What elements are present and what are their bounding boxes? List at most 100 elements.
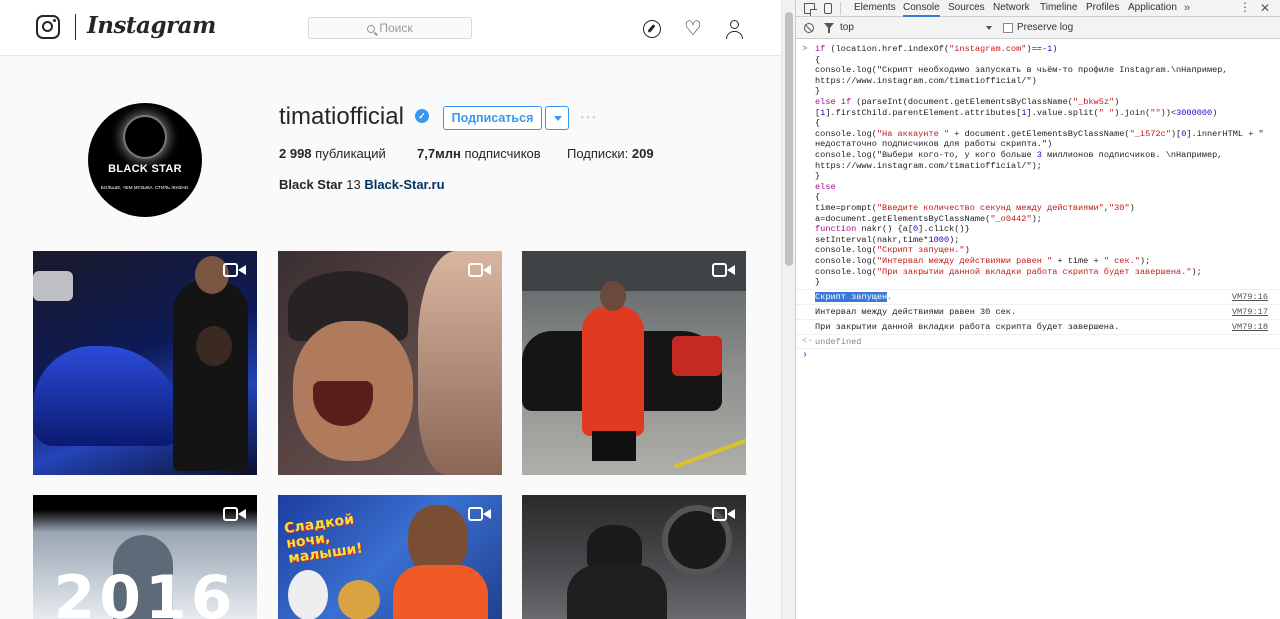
tab-network[interactable]: Network bbox=[993, 0, 1030, 17]
log-message: При закрытии данной вкладки работа скрип… bbox=[815, 322, 1120, 332]
tab-application[interactable]: Application bbox=[1128, 0, 1177, 17]
header-divider bbox=[75, 14, 76, 40]
stat-following[interactable]: Подписки: 209 bbox=[567, 146, 654, 161]
tab-elements[interactable]: Elements bbox=[854, 0, 896, 17]
avatar[interactable]: BLACK STAR БОЛЬШЕ, ЧЕМ МУЗЫКА. СТИЛЬ ЖИЗ… bbox=[88, 103, 202, 217]
chevron-down-icon bbox=[986, 26, 992, 30]
console-output[interactable]: > if (location.href.indexOf("instagram.c… bbox=[796, 39, 1280, 619]
instagram-wordmark[interactable]: Instagram bbox=[87, 12, 216, 39]
code-line: else bbox=[815, 181, 836, 192]
scrollbar-thumb[interactable] bbox=[785, 12, 793, 266]
avatar-brand-text: BLACK STAR bbox=[108, 163, 182, 175]
context-value: top bbox=[840, 22, 854, 33]
code-line: } bbox=[815, 277, 821, 288]
code-line: if (location.href.indexOf("instagram.com… bbox=[815, 44, 1058, 54]
video-icon bbox=[712, 261, 736, 279]
log-source-link[interactable]: VM79:18 bbox=[1232, 322, 1268, 332]
video-icon bbox=[223, 261, 247, 279]
tab-sources[interactable]: Sources bbox=[948, 0, 985, 17]
result-arrow-icon: <· bbox=[802, 336, 813, 346]
filter-icon[interactable] bbox=[824, 23, 834, 33]
explore-compass-icon[interactable] bbox=[643, 20, 661, 38]
video-icon bbox=[468, 261, 492, 279]
inspect-element-icon[interactable] bbox=[804, 3, 817, 16]
code-line: { bbox=[815, 192, 821, 203]
post-sticker-text: Сладкой ночи, малыши! bbox=[283, 511, 364, 567]
selected-text[interactable]: Скрипт запущен bbox=[815, 292, 888, 302]
post-face-shape bbox=[600, 281, 626, 311]
more-tabs-button[interactable]: » bbox=[1184, 0, 1190, 16]
follow-button[interactable]: Подписаться bbox=[443, 106, 542, 130]
post-tile[interactable]: 2016 bbox=[33, 495, 257, 619]
log-message: Интервал между действиями равен 30 сек. bbox=[815, 307, 1017, 317]
prompt-chevron-icon: > bbox=[802, 44, 808, 54]
code-line: function nakr() {a[0].click()} bbox=[815, 224, 970, 235]
input-prompt-icon: › bbox=[802, 350, 809, 361]
page-scrollbar[interactable] bbox=[781, 0, 795, 619]
log-message: Скрипт запущен. bbox=[815, 292, 892, 302]
devtools-tabbar: Elements Console Sources Network Timelin… bbox=[796, 0, 1280, 17]
clear-console-icon[interactable] bbox=[804, 23, 814, 33]
suggestions-dropdown-button[interactable] bbox=[545, 106, 569, 130]
post-orange-shirt bbox=[393, 565, 488, 619]
instagram-page: Instagram Поиск ♡ BLACK STAR БОЛЬШЕ, ЧЕМ… bbox=[0, 0, 781, 619]
preserve-log-checkbox[interactable] bbox=[1003, 23, 1013, 33]
search-input[interactable]: Поиск bbox=[308, 17, 472, 39]
context-selector[interactable]: top bbox=[840, 22, 992, 35]
close-icon[interactable]: ✕ bbox=[1260, 1, 1270, 15]
console-log-row: Интервал между действиями равен 30 сек. … bbox=[796, 304, 1280, 319]
avatar-slogan-text: БОЛЬШЕ, ЧЕМ МУЗЫКА. СТИЛЬ ЖИЗНИ. bbox=[100, 185, 190, 190]
device-toggle-icon[interactable] bbox=[824, 3, 832, 14]
tab-console[interactable]: Console bbox=[903, 0, 940, 17]
post-tile[interactable] bbox=[522, 251, 746, 475]
log-source-link[interactable]: VM79:17 bbox=[1232, 307, 1268, 317]
post-shirt-print bbox=[196, 326, 232, 366]
code-line: setInterval(nakr,time*1000); bbox=[815, 234, 960, 245]
preserve-log-label: Preserve log bbox=[1017, 22, 1074, 33]
post-car-light bbox=[33, 271, 73, 301]
console-input-row[interactable]: › bbox=[796, 348, 1280, 362]
log-source-link[interactable]: VM79:16 bbox=[1232, 292, 1268, 302]
post-car-interior bbox=[672, 336, 722, 376]
profile-section: BLACK STAR БОЛЬШЕ, ЧЕМ МУЗЫКА. СТИЛЬ ЖИЗ… bbox=[0, 56, 781, 251]
stat-followers[interactable]: 7,7млн подписчиков bbox=[417, 146, 541, 161]
code-line: https://www.instagram.com/timatiofficial… bbox=[815, 160, 1042, 171]
verified-badge-icon: ✓ bbox=[415, 109, 429, 123]
result-value: undefined bbox=[815, 337, 862, 347]
console-log-row: При закрытии данной вкладки работа скрип… bbox=[796, 319, 1280, 334]
code-line: console.log("Скрипт запущен.") bbox=[815, 245, 970, 256]
post-toy-shape bbox=[288, 570, 328, 619]
devtools-panel: Elements Console Sources Network Timelin… bbox=[795, 0, 1280, 619]
post-tile[interactable] bbox=[33, 251, 257, 475]
bio-number: 13 bbox=[346, 177, 361, 192]
post-toy-shape-2 bbox=[338, 580, 380, 619]
code-line: { bbox=[815, 118, 821, 129]
code-line: time=prompt("Введите количество секунд м… bbox=[815, 203, 1135, 213]
console-toolbar: top Preserve log bbox=[796, 17, 1280, 39]
eclipse-logo-icon bbox=[125, 117, 165, 157]
stat-posts-label: публикаций bbox=[315, 146, 386, 161]
console-result-row: <· undefined bbox=[796, 334, 1280, 348]
bio-link[interactable]: Black-Star.ru bbox=[364, 177, 444, 192]
code-line: console.log("Выбери кого-то, у кого боль… bbox=[815, 150, 1223, 160]
post-face-shape-2 bbox=[418, 251, 502, 475]
instagram-header: Instagram Поиск ♡ bbox=[0, 0, 781, 56]
kebab-menu-icon[interactable] bbox=[1239, 0, 1251, 14]
code-line: https://www.instagram.com/timatiofficial… bbox=[815, 75, 1037, 86]
more-options-icon[interactable]: ··· bbox=[580, 108, 597, 124]
stat-posts: 2 998 публикаций bbox=[279, 146, 386, 161]
activity-heart-icon[interactable]: ♡ bbox=[684, 19, 702, 39]
search-placeholder: Поиск bbox=[379, 21, 413, 35]
profile-user-icon[interactable] bbox=[726, 20, 744, 39]
post-year-text: 2016 bbox=[53, 563, 237, 619]
post-tile[interactable]: Сладкой ночи, малыши! bbox=[278, 495, 502, 619]
post-tile[interactable] bbox=[522, 495, 746, 619]
stat-following-label: Подписки: bbox=[567, 146, 629, 161]
post-person-head bbox=[587, 525, 642, 570]
code-line: a=document.getElementsByClassName("_o044… bbox=[815, 213, 1042, 224]
instagram-camera-icon[interactable] bbox=[36, 15, 60, 39]
tab-profiles[interactable]: Profiles bbox=[1086, 0, 1119, 17]
tab-timeline[interactable]: Timeline bbox=[1040, 0, 1077, 17]
mouse-cursor-icon bbox=[889, 292, 898, 306]
post-tile[interactable] bbox=[278, 251, 502, 475]
